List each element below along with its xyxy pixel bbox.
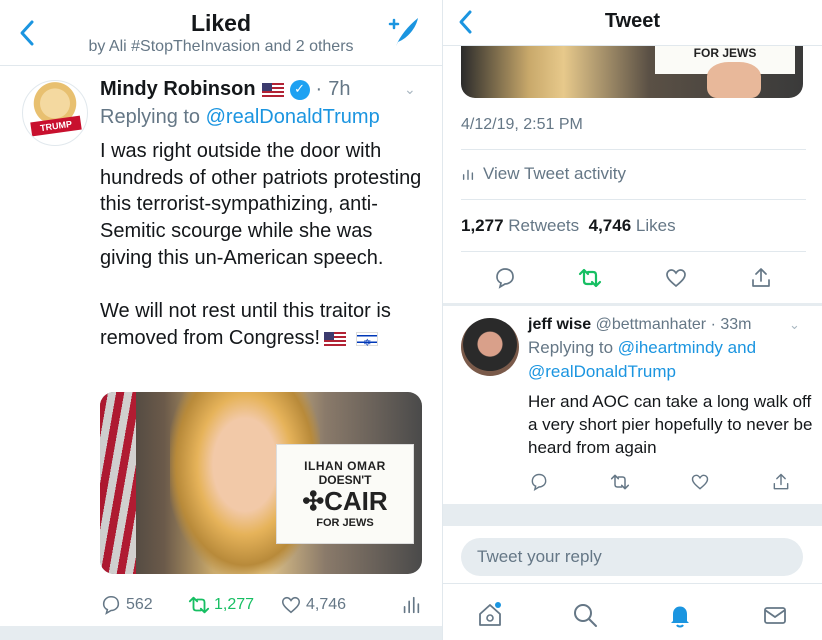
tweet-text: I was right outside the door with hundre… [100, 140, 422, 349]
retweet-icon[interactable] [578, 266, 602, 290]
liked-tweet[interactable]: TRUMP Mindy Robinson ✓ · 7h ⌄ Replying t… [0, 66, 442, 626]
reply-author-row: jeff wise @bettmanhater · 33m [528, 316, 818, 334]
page-title: Tweet [604, 10, 661, 32]
reply-bar [443, 526, 822, 584]
compose-icon[interactable] [386, 14, 422, 50]
protest-sign: ILHAN OMAR DOESN'T ✣CAIR FOR JEWS [276, 444, 414, 544]
tweet-body: I was right outside the door with hundre… [100, 138, 430, 357]
tweet-photo-partial[interactable]: FOR JEWS [461, 40, 803, 98]
replying-and[interactable]: and [728, 338, 756, 357]
tweet-actions: 562 1,277 4,746 [100, 592, 422, 618]
retweet-icon[interactable] [610, 472, 630, 492]
retweet-button[interactable]: 1,277 [188, 594, 280, 616]
retweet-icon [188, 596, 210, 614]
analytics-icon [462, 169, 474, 180]
retweet-count: 1,277 [214, 596, 255, 613]
reply-tweet[interactable]: jeff wise @bettmanhater · 33m Replying t… [528, 316, 818, 459]
replying-to-handle-1[interactable]: @iheartmindy [618, 338, 723, 357]
chevron-down-icon[interactable]: ⌄ [404, 82, 416, 98]
divider [461, 149, 806, 150]
tweet-header: Tweet [443, 0, 822, 46]
sign-line-2: DOESN'T [318, 473, 372, 487]
reply-input[interactable] [461, 538, 803, 576]
verified-icon: ✓ [289, 79, 310, 100]
reply-author-handle[interactable]: @bettmanhater [596, 316, 707, 333]
sign-line-1: ILHAN OMAR [304, 459, 386, 473]
author-row: Mindy Robinson ✓ · 7h [100, 78, 350, 101]
tweet-photo[interactable]: ILHAN OMAR DOESN'T ✣CAIR FOR JEWS [100, 392, 422, 574]
section-separator [443, 303, 822, 306]
time-separator: · [315, 78, 323, 100]
reply-time: 33m [720, 316, 752, 333]
tweet-time: 7h [328, 78, 351, 100]
reply-button[interactable]: 562 [100, 594, 188, 616]
us-flag-icon [261, 82, 284, 97]
reply-actions [529, 472, 791, 492]
sign-line-3: ✣CAIR [302, 486, 388, 516]
right-panel: FOR JEWS Tweet 4/12/19, 2:51 PM View Twe… [443, 0, 822, 640]
replying-to-handle[interactable]: @realDonaldTrump [206, 106, 380, 128]
reply-body: Her and AOC can take a long walk off a v… [528, 392, 813, 457]
share-icon[interactable] [749, 266, 773, 290]
avatar[interactable] [461, 318, 519, 376]
bottom-tab-bar [443, 590, 822, 640]
view-tweet-activity[interactable]: View Tweet activity [461, 164, 626, 184]
reply-author-name[interactable]: jeff wise [528, 316, 591, 333]
israel-flag-icon [356, 331, 379, 357]
analytics-icon [403, 596, 420, 614]
activity-label: View Tweet activity [483, 164, 626, 183]
sign-line-4: FOR JEWS [316, 517, 374, 529]
timeline-separator [0, 626, 442, 640]
notifications-icon[interactable] [666, 601, 694, 629]
replying-prefix: Replying to [528, 338, 614, 357]
like-icon[interactable] [664, 266, 688, 290]
search-icon[interactable] [571, 601, 599, 629]
reply-icon[interactable] [529, 472, 549, 492]
replying-to-handle-2[interactable]: @realDonaldTrump [528, 362, 676, 381]
liked-by-subtitle[interactable]: by Ali #StopTheInvasion and 2 others [0, 38, 442, 56]
like-icon [281, 596, 301, 614]
avatar-label: TRUMP [30, 115, 82, 137]
replying-to: Replying to @realDonaldTrump [100, 106, 380, 129]
divider [461, 251, 806, 252]
photo-flag-background [100, 392, 136, 574]
liked-header: Liked by Ali #StopTheInvasion and 2 othe… [0, 0, 442, 66]
messages-icon[interactable] [761, 601, 789, 629]
photo-hand [707, 62, 761, 98]
retweets-count[interactable]: 1,277 [461, 216, 504, 235]
reply-icon[interactable] [493, 266, 517, 290]
tweet-timestamp: 4/12/19, 2:51 PM [461, 116, 583, 133]
likes-count[interactable]: 4,746 [589, 216, 632, 235]
time-separator: · [706, 316, 721, 333]
author-name[interactable]: Mindy Robinson [100, 78, 256, 101]
us-flag-icon [324, 331, 347, 346]
avatar[interactable]: TRUMP [22, 80, 88, 146]
cair-logo-icon: ✣ [302, 486, 325, 516]
engagement-counts: 1,277 Retweets 4,746 Likes [461, 216, 676, 236]
reply-icon [102, 595, 120, 615]
like-count: 4,746 [306, 596, 347, 613]
left-panel: Liked by Ali #StopTheInvasion and 2 othe… [0, 0, 442, 640]
timeline-separator [443, 504, 822, 526]
share-icon[interactable] [771, 472, 791, 492]
retweets-label[interactable]: Retweets [508, 216, 579, 235]
reply-count: 562 [126, 596, 153, 613]
like-button[interactable]: 4,746 [280, 594, 390, 616]
divider [461, 199, 806, 200]
replying-prefix: Replying to [100, 106, 201, 128]
analytics-button[interactable] [400, 594, 422, 616]
home-icon[interactable] [476, 601, 504, 629]
likes-label[interactable]: Likes [636, 216, 676, 235]
like-icon[interactable] [690, 472, 710, 492]
tweet-flags [324, 331, 379, 357]
page-title: Liked [190, 10, 252, 36]
tweet-actions [493, 266, 773, 290]
replying-to: Replying to @iheartmindy and @realDonald… [528, 336, 818, 384]
